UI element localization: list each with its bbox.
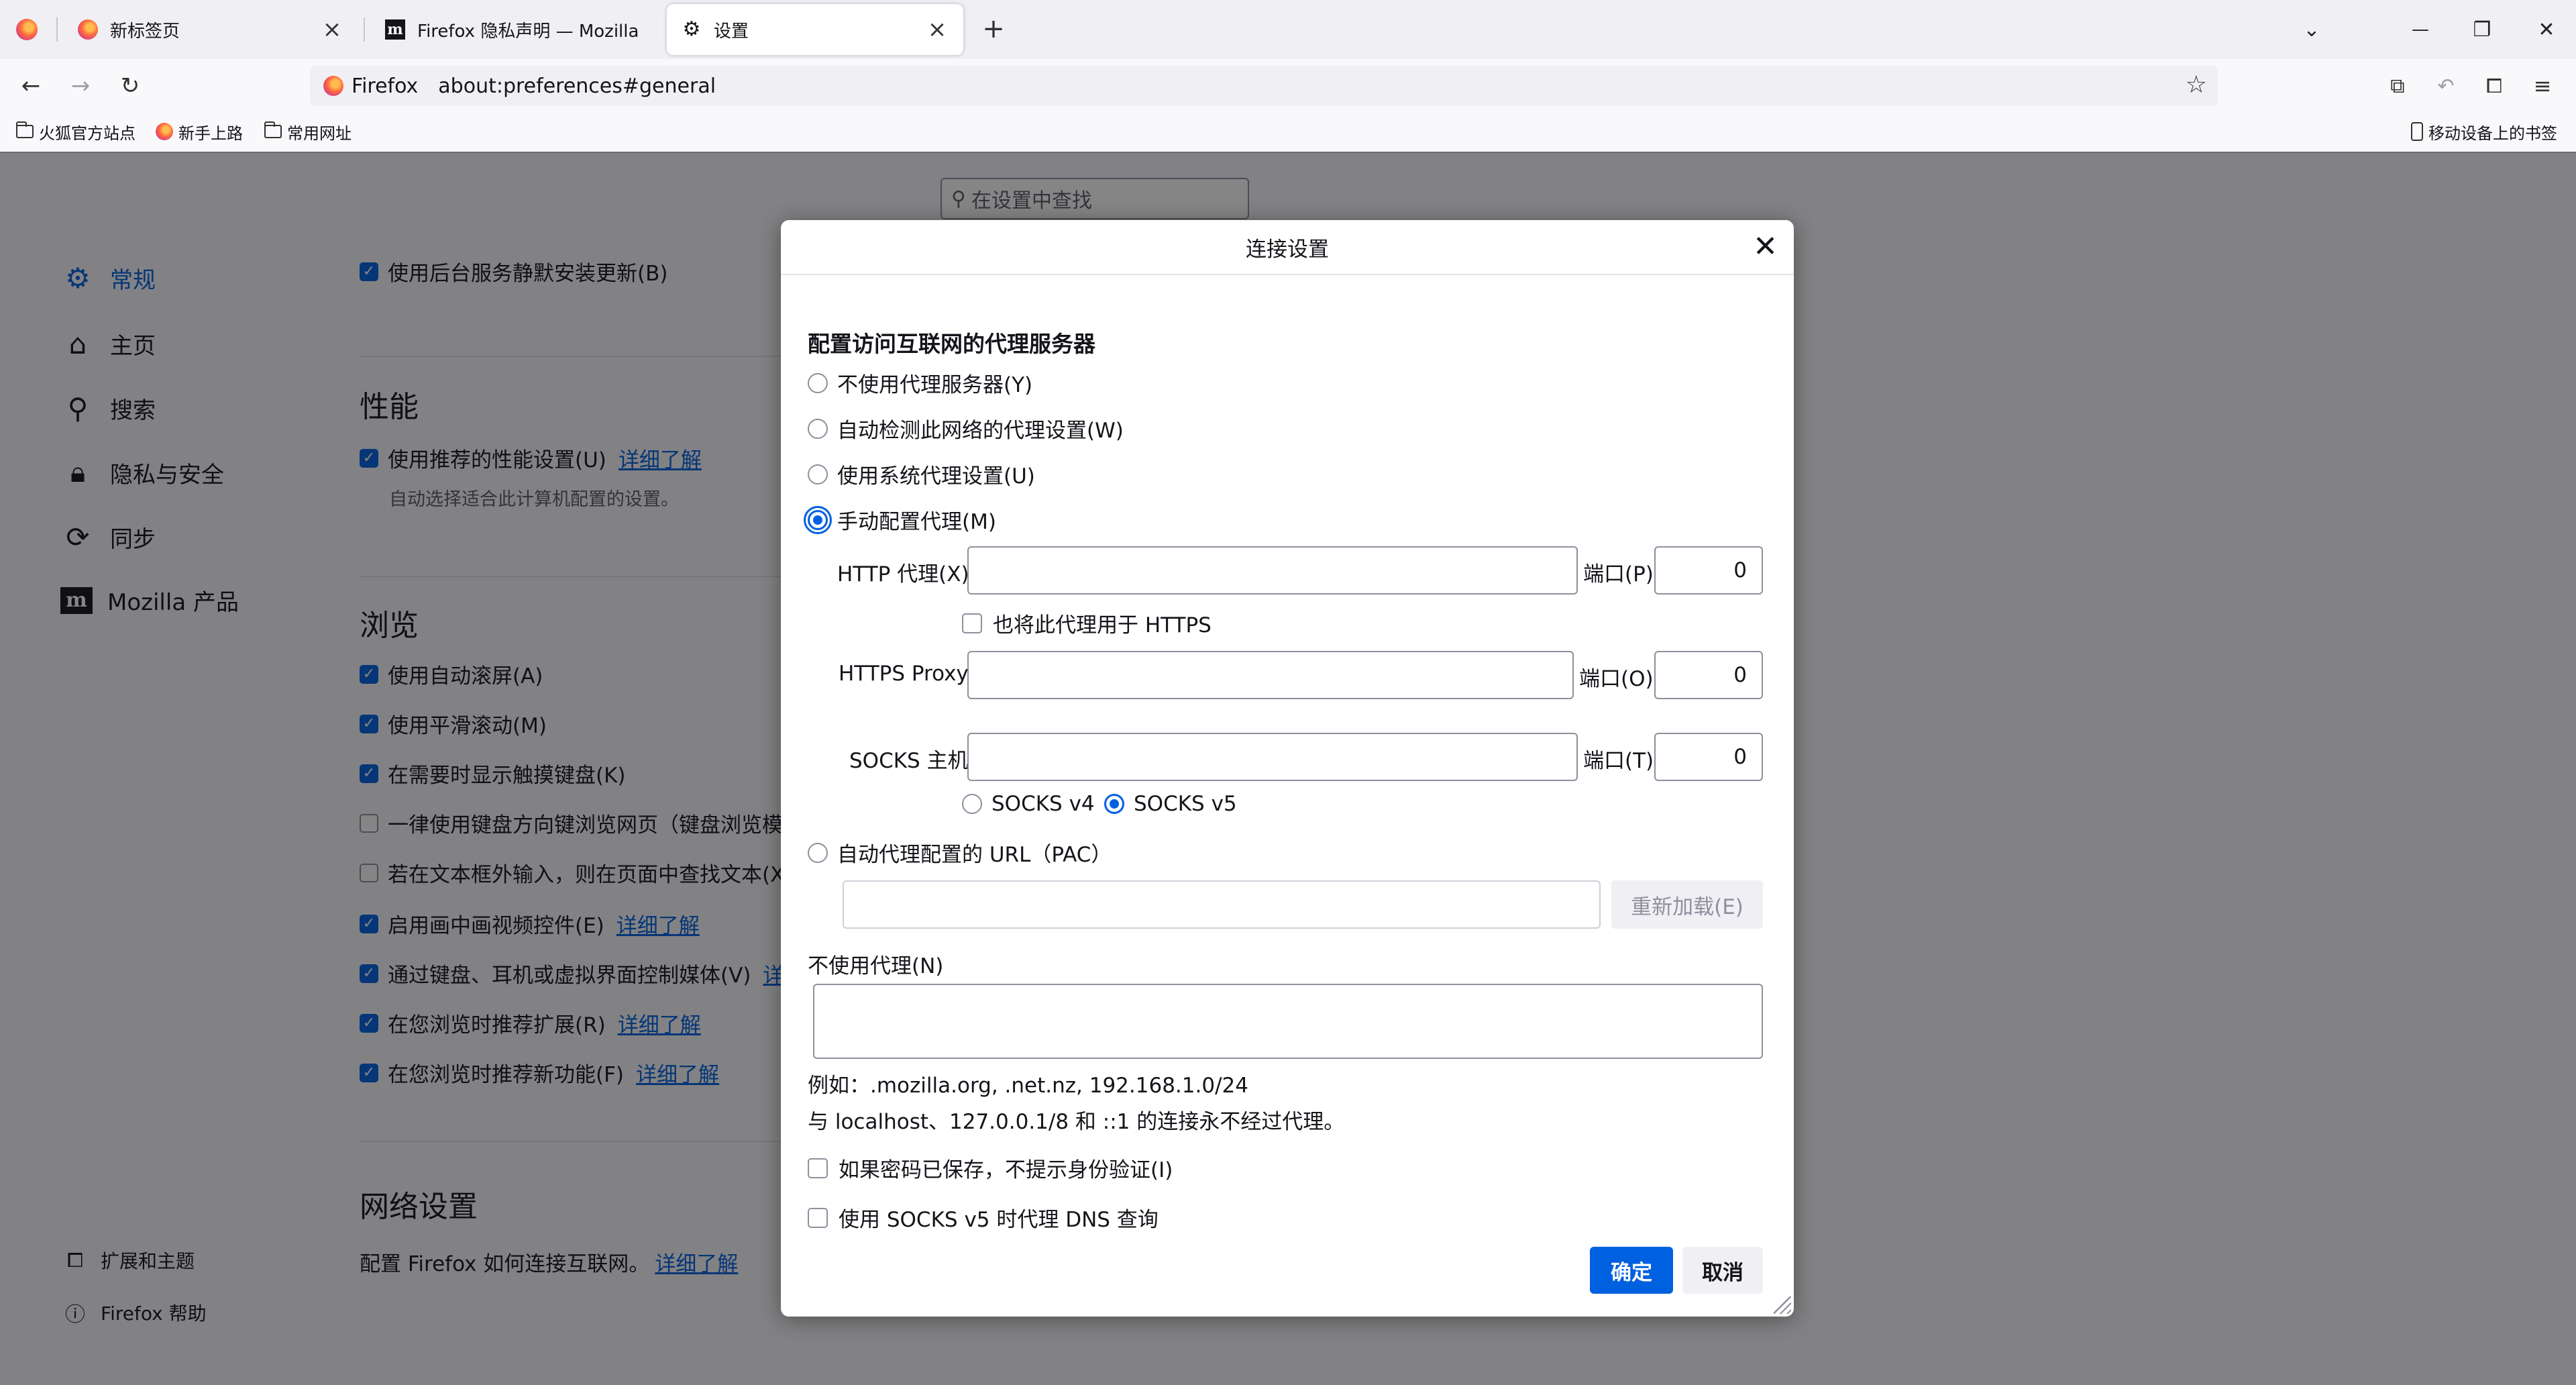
- bookmark-label: 常用网址: [287, 123, 352, 143]
- radio-label: 不使用代理服务器(Y): [837, 373, 1033, 397]
- connection-settings-dialog: 连接设置 ✕ 配置访问互联网的代理服务器 不使用代理服务器(Y) 自动检测此网络…: [781, 220, 1794, 1317]
- forward-button[interactable]: →: [62, 67, 99, 105]
- radio-label: SOCKS v4: [991, 792, 1095, 816]
- https-port-input[interactable]: 0: [1654, 651, 1763, 699]
- https-proxy-label: HTTPS Proxy: [839, 662, 969, 686]
- no-proxy-for-textarea[interactable]: [813, 984, 1763, 1059]
- tab-bar: 新标签页 × m Firefox 隐私声明 — Mozilla ⚙ 设置 × +…: [0, 0, 2576, 59]
- radio-button[interactable]: [808, 464, 828, 484]
- radio-system-proxy[interactable]: 使用系统代理设置(U): [808, 459, 1035, 489]
- https-port-label: 端口(O): [1579, 667, 1654, 691]
- checkbox-label: 也将此代理用于 HTTPS: [993, 613, 1212, 637]
- socks-port-input[interactable]: 0: [1654, 733, 1763, 781]
- socks-port-label: 端口(T): [1583, 749, 1654, 773]
- back-button[interactable]: ←: [12, 67, 50, 105]
- bookmark-label: 移动设备上的书签: [2428, 123, 2557, 143]
- radio-manual-proxy[interactable]: 手动配置代理(M): [804, 505, 996, 535]
- firefox-view-icon[interactable]: [16, 19, 38, 40]
- also-https-checkbox[interactable]: 也将此代理用于 HTTPS: [962, 608, 1212, 638]
- new-tab-button[interactable]: +: [977, 13, 1010, 44]
- url-input[interactable]: about:preferences#general: [438, 74, 716, 98]
- radio-socks-v4[interactable]: SOCKS v4: [962, 792, 1095, 816]
- radio-button-selected[interactable]: [1104, 794, 1124, 814]
- ok-button[interactable]: 确定: [1590, 1247, 1673, 1294]
- resize-grip-icon[interactable]: [1774, 1296, 1791, 1314]
- identity-label: Firefox: [352, 74, 419, 98]
- no-auth-prompt-checkbox[interactable]: 如果密码已保存，不提示身份验证(I): [808, 1153, 1173, 1183]
- mobile-bookmarks[interactable]: 移动设备上的书签: [2411, 121, 2557, 143]
- restore-button[interactable]: ❐: [2462, 9, 2502, 50]
- checkbox[interactable]: [962, 613, 982, 633]
- bookmarks-toolbar: 火狐官方站点 新手上路 常用网址 移动设备上的书签: [0, 113, 2576, 153]
- gear-icon: ⚙: [682, 17, 701, 41]
- folder-icon: [15, 121, 34, 138]
- radio-button[interactable]: [962, 794, 982, 814]
- https-proxy-input[interactable]: [967, 651, 1574, 699]
- socks-host-input[interactable]: [967, 733, 1578, 781]
- close-tab-icon[interactable]: ×: [321, 16, 343, 43]
- bookmark-star-icon[interactable]: ☆: [2186, 71, 2207, 99]
- tab-label: Firefox 隐私声明 — Mozilla: [417, 21, 639, 42]
- dialog-title-text: 连接设置: [1246, 237, 1329, 262]
- checkbox[interactable]: [808, 1207, 828, 1228]
- radio-no-proxy[interactable]: 不使用代理服务器(Y): [808, 368, 1032, 398]
- radio-label: 自动代理配置的 URL（PAC）: [837, 843, 1112, 867]
- close-tab-icon[interactable]: ×: [926, 16, 949, 43]
- tab-settings[interactable]: ⚙ 设置 ×: [667, 4, 963, 55]
- radio-socks-v5[interactable]: SOCKS v5: [1104, 792, 1237, 816]
- url-bar[interactable]: Firefox about:preferences#general ☆: [310, 66, 2218, 106]
- minimize-button[interactable]: —: [2400, 9, 2440, 50]
- reload-button[interactable]: ↻: [111, 67, 149, 105]
- mozilla-favicon-icon: m: [385, 19, 405, 40]
- http-port-input[interactable]: 0: [1654, 546, 1763, 595]
- folder-icon: [264, 121, 282, 138]
- close-window-button[interactable]: ✕: [2526, 9, 2567, 50]
- radio-button-selected[interactable]: [804, 505, 832, 534]
- radio-pac-url[interactable]: 自动代理配置的 URL（PAC）: [808, 837, 1112, 868]
- radio-button[interactable]: [808, 842, 828, 863]
- mobile-device-icon: [2411, 122, 2423, 141]
- radio-button[interactable]: [808, 418, 828, 439]
- dialog-title: 连接设置: [781, 220, 1794, 275]
- radio-label: SOCKS v5: [1134, 792, 1237, 816]
- localhost-note: 与 localhost、127.0.0.1/8 和 ::1 的连接永不经过代理。: [808, 1110, 1345, 1134]
- radio-label: 使用系统代理设置(U): [837, 464, 1035, 489]
- radio-label: 手动配置代理(M): [837, 510, 996, 534]
- http-port-label: 端口(P): [1583, 562, 1654, 586]
- http-proxy-label: HTTP 代理(X): [837, 562, 969, 586]
- radio-label: 自动检测此网络的代理设置(W): [837, 419, 1124, 443]
- reload-pac-button[interactable]: 重新加载(E): [1611, 880, 1763, 929]
- crop-icon[interactable]: ⧉: [2379, 67, 2416, 105]
- no-proxy-for-label: 不使用代理(N): [808, 954, 944, 978]
- tab-label: 新标签页: [110, 21, 180, 42]
- checkbox-label: 如果密码已保存，不提示身份验证(I): [839, 1158, 1173, 1182]
- bookmark-label: 新手上路: [178, 123, 243, 143]
- tab-label: 设置: [714, 21, 749, 42]
- list-all-tabs-button[interactable]: ⌄: [2292, 9, 2332, 50]
- menu-icon[interactable]: ≡: [2524, 67, 2561, 105]
- bookmark-item[interactable]: 火狐官方站点: [15, 121, 136, 143]
- proxy-heading: 配置访问互联网的代理服务器: [808, 331, 1095, 357]
- radio-button[interactable]: [808, 372, 828, 393]
- cancel-button[interactable]: 取消: [1682, 1247, 1763, 1294]
- radio-auto-detect[interactable]: 自动检测此网络的代理设置(W): [808, 413, 1124, 444]
- tab-privacy-notice[interactable]: m Firefox 隐私声明 — Mozilla: [370, 4, 665, 55]
- firefox-favicon-icon: [156, 123, 173, 140]
- extensions-icon[interactable]: ⧠: [2475, 67, 2513, 105]
- http-proxy-input[interactable]: [967, 546, 1578, 595]
- pac-url-input[interactable]: [843, 880, 1601, 929]
- undo-icon[interactable]: ↶: [2427, 67, 2465, 105]
- socks-dns-checkbox[interactable]: 使用 SOCKS v5 时代理 DNS 查询: [808, 1202, 1159, 1233]
- no-proxy-example: 例如：.mozilla.org, .net.nz, 192.168.1.0/24: [808, 1074, 1248, 1098]
- checkbox-label: 使用 SOCKS v5 时代理 DNS 查询: [839, 1208, 1159, 1232]
- firefox-favicon-icon: [78, 19, 98, 40]
- firefox-identity-icon: [323, 76, 343, 96]
- checkbox[interactable]: [808, 1158, 828, 1178]
- tab-new-tab[interactable]: 新标签页 ×: [63, 4, 358, 55]
- bookmark-label: 火狐官方站点: [39, 123, 136, 143]
- bookmark-item[interactable]: 新手上路: [156, 121, 243, 143]
- close-icon[interactable]: ✕: [1753, 232, 1778, 262]
- socks-host-label: SOCKS 主机: [849, 749, 969, 773]
- bookmark-item[interactable]: 常用网址: [264, 121, 352, 143]
